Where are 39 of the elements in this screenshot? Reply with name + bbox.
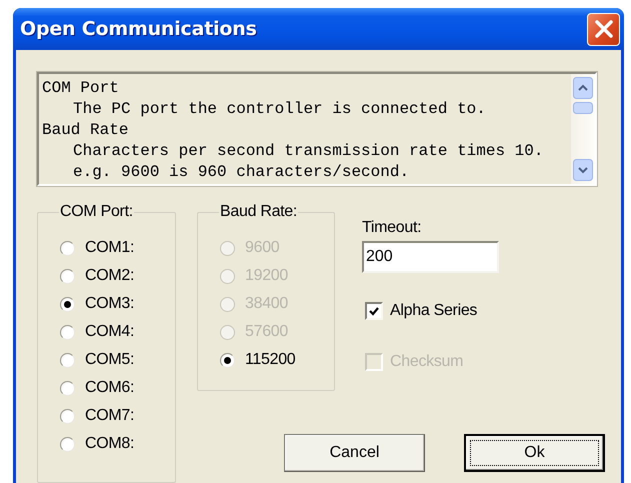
- radio-label: COM7:: [85, 407, 134, 425]
- scroll-up-button[interactable]: [573, 77, 593, 99]
- help-line: Characters per second transmission rate times 10.: [72, 141, 544, 162]
- radio-button[interactable]: [60, 240, 75, 256]
- radio-label: COM6:: [85, 379, 134, 397]
- group-label: COM Port:: [59, 203, 134, 221]
- radio-label: COM4:: [85, 323, 134, 341]
- radio-button[interactable]: [60, 408, 75, 424]
- radio-button[interactable]: [60, 380, 75, 396]
- radio-button[interactable]: [60, 352, 75, 368]
- radio-button[interactable]: [60, 268, 75, 284]
- radio-button[interactable]: [60, 436, 75, 452]
- scrollbar[interactable]: [571, 74, 595, 184]
- scroll-down-button[interactable]: [573, 159, 593, 181]
- help-heading: Baud Rate: [42, 120, 130, 141]
- scroll-thumb[interactable]: [573, 102, 593, 114]
- close-icon: [594, 19, 614, 39]
- radio-label: COM2:: [85, 267, 134, 285]
- check-mark-icon: [369, 306, 379, 316]
- dialog-button[interactable]: Ok: [464, 434, 605, 472]
- radio-label: COM8:: [85, 435, 134, 453]
- checkbox-label: Alpha Series: [390, 302, 478, 320]
- group-label: Baud Rate:: [219, 203, 298, 221]
- radio-button[interactable]: [60, 324, 75, 340]
- help-line: e.g. 9600 is 960 characters/second.: [72, 162, 410, 183]
- radio-label: COM3:: [85, 295, 134, 313]
- radio-label: COM1:: [85, 239, 134, 257]
- help-heading: COM Port: [42, 78, 120, 99]
- close-button[interactable]: [587, 12, 620, 46]
- radio-button[interactable]: [220, 352, 235, 368]
- dialog-button[interactable]: Cancel: [284, 434, 425, 472]
- timeout-label: Timeout:: [362, 219, 422, 237]
- radio-label: COM5:: [85, 351, 134, 369]
- help-line: The PC port the controller is connected to.: [72, 99, 487, 120]
- radio-label: 115200: [245, 351, 296, 369]
- checkbox[interactable]: [365, 302, 383, 320]
- window-title: Open Communications: [20, 18, 257, 40]
- radio-button[interactable]: [60, 296, 75, 312]
- timeout-field[interactable]: 200: [362, 241, 499, 273]
